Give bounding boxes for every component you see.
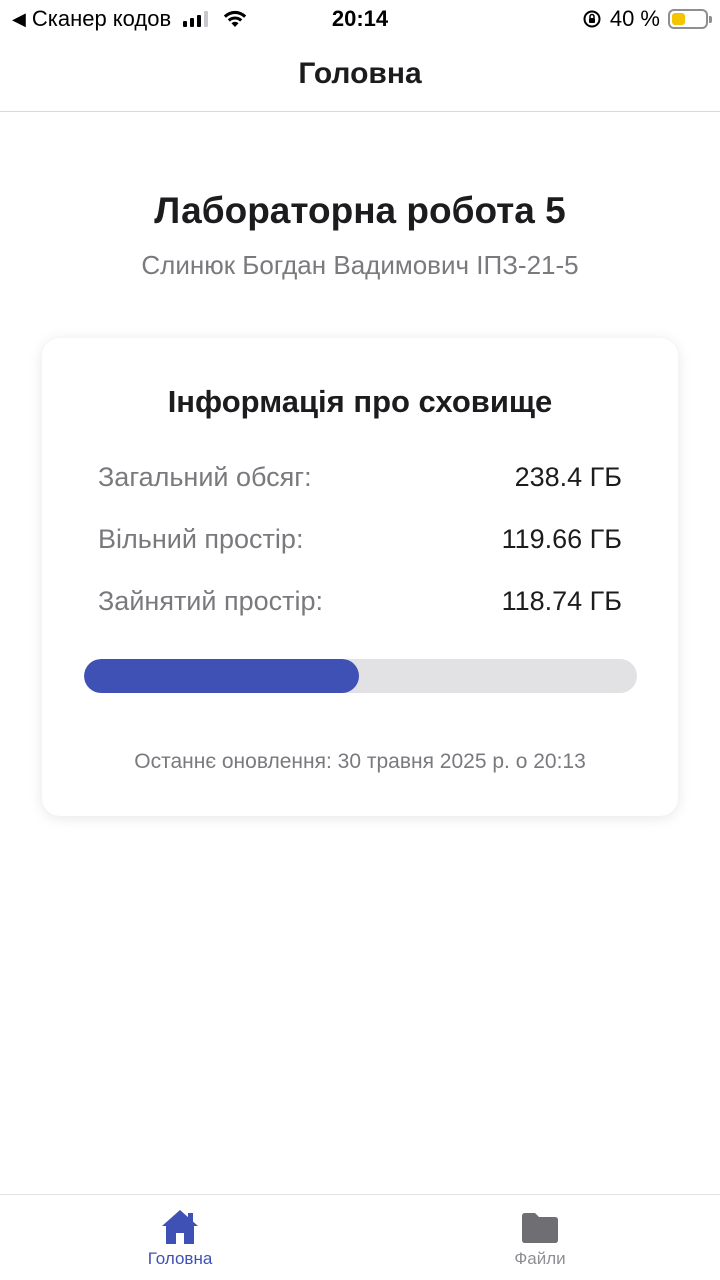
storage-progress-bar (84, 659, 637, 693)
tab-home[interactable]: Головна (0, 1195, 360, 1280)
tab-files-label: Файли (514, 1249, 566, 1268)
battery-level (672, 13, 685, 25)
orientation-lock-icon (583, 10, 601, 28)
folder-icon (522, 1213, 558, 1243)
page-subtitle: Слинюк Богдан Вадимович ІПЗ-21-5 (141, 250, 579, 280)
battery-percent: 40 % (609, 6, 660, 31)
used-space-label: Зайнятий простір: (98, 586, 324, 616)
nav-header: Головна (0, 36, 720, 112)
storage-info-card: Інформація про сховище Загальний обсяг: … (42, 338, 678, 816)
tab-bar: Головна Файли (0, 1194, 720, 1280)
last-updated-text: Останнє оновлення: 30 травня 2025 р. о 2… (134, 750, 586, 773)
storage-progress-fill (84, 659, 360, 693)
free-space-label: Вільний простір: (98, 524, 304, 554)
free-space-row: Вільний простір: 119.66 ГБ (98, 524, 622, 555)
header-title: Головна (298, 57, 422, 90)
status-bar: ◀ Сканер кодов 20:14 40 % (0, 0, 720, 36)
home-icon (162, 1210, 198, 1244)
used-space-row: Зайнятий простір: 118.74 ГБ (98, 586, 622, 617)
total-size-value: 238.4 ГБ (514, 462, 622, 492)
total-size-row: Загальний обсяг: 238.4 ГБ (98, 462, 622, 493)
battery-icon (668, 9, 712, 29)
total-size-label: Загальний обсяг: (98, 462, 312, 492)
tab-files[interactable]: Файли (360, 1195, 720, 1280)
tab-home-label: Головна (147, 1249, 213, 1268)
used-space-value: 118.74 ГБ (501, 586, 622, 616)
page-title: Лабораторна робота 5 (154, 190, 566, 231)
card-title: Інформація про сховище (167, 384, 553, 419)
free-space-value: 119.66 ГБ (501, 524, 622, 554)
